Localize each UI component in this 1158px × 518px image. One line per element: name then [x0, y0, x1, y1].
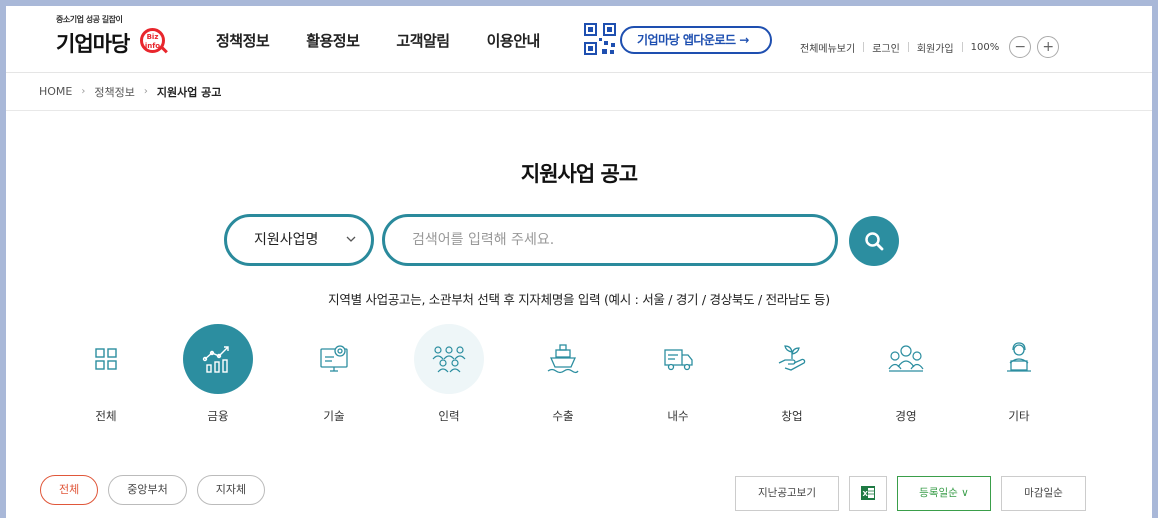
- search-hint: 지역별 사업공고는, 소관부처 선택 후 지자체명을 입력 (예시 : 서울 /…: [328, 292, 830, 307]
- search-bar: 지원사업명 검색어를 입력해 주세요.: [224, 212, 924, 268]
- past-notices-button[interactable]: 지난공고보기: [735, 476, 839, 511]
- category-technology[interactable]: 기술: [284, 324, 384, 424]
- utility-menu: 전체메뉴보기 로그인 회원가입 100% − +: [800, 36, 1060, 58]
- category-startup[interactable]: 창업: [742, 324, 842, 424]
- breadcrumb-separator: ›: [81, 86, 86, 97]
- logo-magnifier-handle: [160, 45, 168, 54]
- zoom-in-button[interactable]: +: [1037, 36, 1060, 58]
- divider: [863, 42, 865, 52]
- search-icon: [865, 232, 884, 251]
- category-list: 전체 금융 기술 인력 수출 내수 창업 경영 기타: [46, 324, 1126, 434]
- category-label: 인력: [438, 409, 460, 423]
- join-link[interactable]: 회원가입: [917, 40, 954, 55]
- category-label: 창업: [781, 409, 803, 423]
- login-link[interactable]: 로그인: [872, 40, 900, 55]
- technology-monitor-icon: [299, 324, 369, 394]
- sitemap-link[interactable]: 전체메뉴보기: [800, 40, 855, 55]
- sort-deadline-button[interactable]: 마감일순: [1001, 476, 1086, 511]
- app-download-button[interactable]: 기업마당 앱다운로드 →: [584, 21, 774, 59]
- app-download-label: 기업마당 앱다운로드 →: [620, 26, 772, 54]
- zoom-level: 100%: [970, 41, 1000, 53]
- sort-registered-button[interactable]: 등록일순 ∨: [897, 476, 991, 511]
- header: 중소기업 성공 길잡이 기업마당 Biz info 정책정보 활용정보 고객알림…: [6, 6, 1152, 73]
- breadcrumb-current: 지원사업 공고: [156, 85, 222, 99]
- category-label: 전체: [95, 409, 117, 423]
- category-label: 경영: [895, 409, 917, 423]
- filter-all-chip[interactable]: 전체: [40, 475, 99, 505]
- category-all[interactable]: 전체: [56, 324, 156, 424]
- scope-filters: 전체 중앙부처 지자체: [40, 475, 275, 505]
- category-label: 수출: [552, 409, 574, 423]
- category-export[interactable]: 수출: [513, 324, 613, 424]
- excel-icon: X: [861, 486, 875, 500]
- search-button[interactable]: [849, 216, 899, 266]
- sprout-hand-icon: [757, 324, 827, 394]
- category-label: 금융: [207, 409, 229, 423]
- list-controls: 지난공고보기 X 등록일순 ∨ 마감일순: [735, 476, 1096, 511]
- nav-customer-notice[interactable]: 고객알림: [396, 30, 450, 51]
- category-management[interactable]: 경영: [856, 324, 956, 424]
- nav-policy-info[interactable]: 정책정보: [216, 30, 270, 51]
- page-title: 지원사업 공고: [520, 162, 638, 186]
- search-type-select[interactable]: 지원사업명: [224, 214, 374, 266]
- logo[interactable]: 중소기업 성공 길잡이 기업마당 Biz info: [56, 14, 176, 58]
- category-label: 기타: [1008, 409, 1030, 423]
- logo-text: 기업마당: [56, 32, 130, 56]
- person-laptop-icon: [984, 324, 1054, 394]
- chevron-down-icon: [346, 217, 356, 284]
- breadcrumb: HOME › 정책정보 › 지원사업 공고: [6, 73, 1152, 111]
- divider: [961, 42, 963, 52]
- nav-guide[interactable]: 이용안내: [487, 30, 541, 51]
- people-icon: [414, 324, 484, 394]
- divider: [907, 42, 909, 52]
- category-label: 내수: [667, 409, 689, 423]
- nav-usage-info[interactable]: 활용정보: [306, 30, 360, 51]
- excel-download-button[interactable]: X: [849, 476, 887, 511]
- main-nav: 정책정보 활용정보 고객알림 이용안내: [216, 30, 577, 51]
- breadcrumb-separator: ›: [143, 86, 148, 97]
- category-manpower[interactable]: 인력: [399, 324, 499, 424]
- zoom-out-button[interactable]: −: [1009, 36, 1032, 58]
- finance-chart-icon: [183, 324, 253, 394]
- filter-local-chip[interactable]: 지자체: [196, 475, 266, 505]
- filter-central-chip[interactable]: 중앙부처: [108, 475, 187, 505]
- search-input[interactable]: 검색어를 입력해 주세요.: [382, 214, 838, 266]
- category-label: 기술: [323, 409, 345, 423]
- logo-tagline: 중소기업 성공 길잡이: [56, 15, 123, 24]
- qr-code-icon: [584, 23, 616, 55]
- breadcrumb-home[interactable]: HOME: [39, 85, 72, 98]
- category-other[interactable]: 기타: [969, 324, 1069, 424]
- category-domestic[interactable]: 내수: [628, 324, 728, 424]
- search-type-value: 지원사업명: [254, 232, 319, 248]
- svg-text:X: X: [863, 490, 869, 498]
- grid-icon: [71, 324, 141, 394]
- ship-icon: [528, 324, 598, 394]
- truck-icon: [643, 324, 713, 394]
- management-group-icon: [871, 324, 941, 394]
- breadcrumb-policy-info[interactable]: 정책정보: [94, 84, 134, 100]
- category-finance[interactable]: 금융: [168, 324, 268, 424]
